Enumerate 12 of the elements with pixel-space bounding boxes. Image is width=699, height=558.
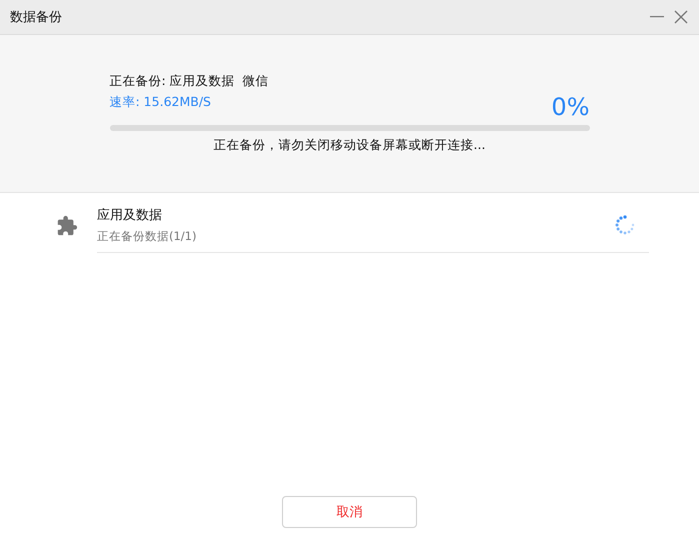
item-name: 应用及数据 [97,207,163,224]
minimize-icon [650,16,664,18]
close-button[interactable] [673,9,689,25]
window-title: 数据备份 [10,9,62,26]
progress-percent: 0% [551,95,590,119]
backup-notice: 正在备份，请勿关闭移动设备屏幕或断开连接... [214,137,486,154]
transfer-rate: 速率: 15.62MB/S [110,94,211,111]
cancel-button[interactable]: 取消 [282,496,417,528]
item-status: 正在备份数据(1/1) [97,229,198,244]
close-icon [674,10,688,24]
puzzle-icon [56,214,78,236]
current-task: 正在备份: 应用及数据 微信 [110,73,270,90]
